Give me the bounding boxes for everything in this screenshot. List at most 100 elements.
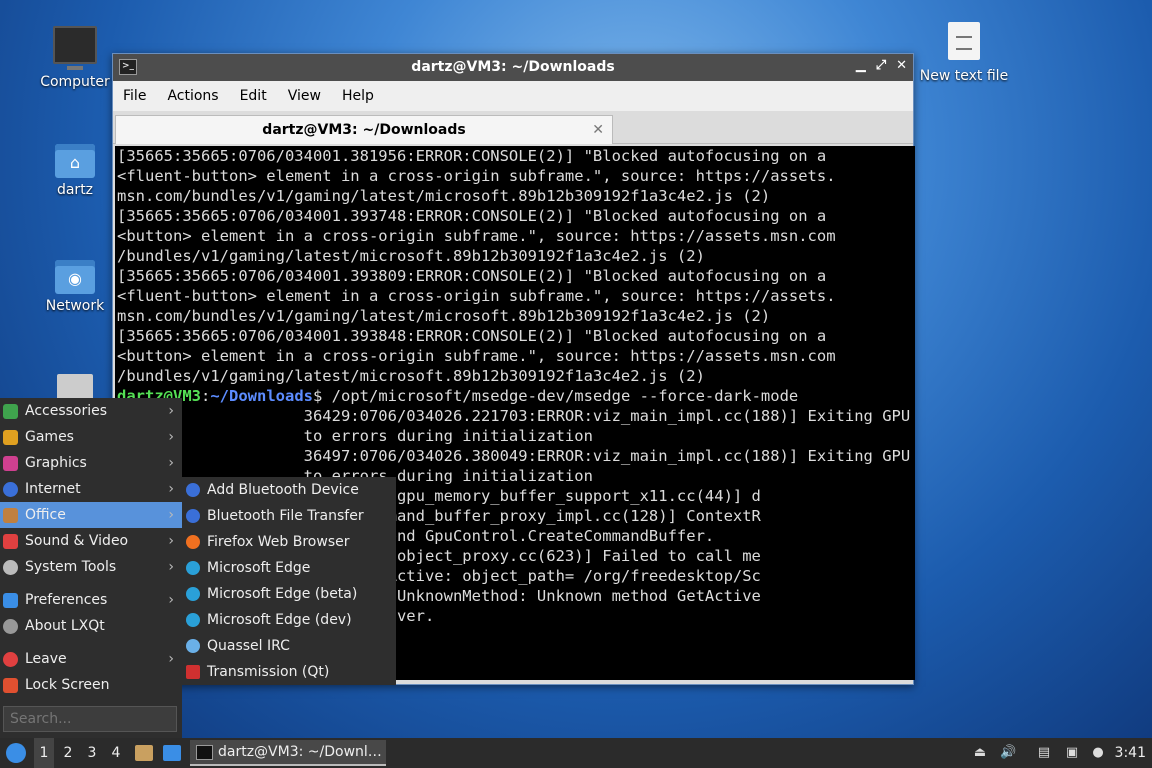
menu-item-label: Games: [25, 429, 74, 445]
close-icon[interactable]: ✕: [896, 58, 907, 73]
menu-item-graphics[interactable]: Graphics ›: [0, 450, 182, 476]
console-line: /bundles/v1/gaming/latest/microsoft.89b1…: [117, 247, 705, 265]
menu-item-leave[interactable]: Leave ›: [0, 646, 182, 672]
start-menu: Accessories › Games › Graphics › Internet › …: [0, 398, 182, 738]
menu-help[interactable]: Help: [336, 88, 389, 104]
network-folder-icon: ◉: [55, 260, 95, 294]
maximize-icon[interactable]: ⤢: [876, 58, 886, 73]
console-line: [35665:35665:0706/034001.393748:ERROR:CO…: [117, 207, 827, 225]
submenu-item-label: Bluetooth File Transfer: [207, 508, 364, 524]
lock-icon: [3, 678, 18, 693]
clipboard-icon[interactable]: ▤: [1036, 745, 1052, 761]
eject-icon[interactable]: ⏏: [972, 745, 988, 761]
bluetooth-icon: [186, 509, 200, 523]
menu-item-office[interactable]: Office ›: [0, 502, 182, 528]
office-submenu: Add Bluetooth Device Bluetooth File Tran…: [182, 477, 396, 685]
show-desktop-icon[interactable]: [163, 745, 181, 761]
menu-search-input[interactable]: [3, 706, 177, 732]
chevron-right-icon: ›: [168, 429, 174, 445]
workspace-2[interactable]: 2: [58, 738, 78, 768]
menu-edit[interactable]: Edit: [234, 88, 282, 104]
submenu-item-microsoft-edge-dev[interactable]: Microsoft Edge (dev): [182, 607, 396, 633]
transmission-icon: [186, 665, 200, 679]
taskbar-item-label: dartz@VM3: ~/Downl…: [218, 744, 382, 760]
submenu-item-quassel-irc[interactable]: Quassel IRC: [182, 633, 396, 659]
clock[interactable]: 3:41: [1115, 738, 1146, 768]
tab-label: dartz@VM3: ~/Downloads: [262, 122, 466, 138]
menu-item-label: About LXQt: [25, 618, 105, 634]
text-file-icon: [948, 22, 980, 60]
prompt-path: ~/Downloads: [210, 387, 313, 405]
console-line: 36429:0706/034026.221703:ERROR:viz_main_…: [117, 407, 915, 425]
submenu-item-add-bluetooth-device[interactable]: Add Bluetooth Device: [182, 477, 396, 503]
window-titlebar[interactable]: >_ dartz@VM3: ~/Downloads ▁ ⤢ ✕: [113, 54, 913, 81]
submenu-item-microsoft-edge-beta[interactable]: Microsoft Edge (beta): [182, 581, 396, 607]
menu-item-system-tools[interactable]: System Tools ›: [0, 554, 182, 580]
prompt-command: $ /opt/microsoft/msedge-dev/msedge --for…: [313, 387, 799, 405]
console-line: <fluent-button> element in a cross-origi…: [117, 287, 836, 305]
console-line: /bundles/v1/gaming/latest/microsoft.89b1…: [117, 367, 705, 385]
tab-close-icon[interactable]: ✕: [592, 116, 604, 144]
menu-item-label: Internet: [25, 481, 81, 497]
leave-icon: [3, 652, 18, 667]
console-line: to errors during initialization: [117, 427, 593, 445]
desktop-icon-new-text-file[interactable]: New text file: [919, 22, 1009, 84]
submenu-item-label: Microsoft Edge (beta): [207, 586, 358, 602]
chevron-right-icon: ›: [168, 559, 174, 575]
chevron-right-icon: ›: [168, 507, 174, 523]
menu-item-about-lxqt[interactable]: About LXQt: [0, 613, 182, 639]
file-manager-icon[interactable]: [135, 745, 153, 761]
menu-view[interactable]: View: [282, 88, 336, 104]
minimize-icon[interactable]: ▁: [856, 58, 866, 73]
menu-item-accessories[interactable]: Accessories ›: [0, 398, 182, 424]
desktop-icon-label: Computer: [40, 74, 110, 90]
menu-item-preferences[interactable]: Preferences ›: [0, 587, 182, 613]
system-tools-icon: [3, 560, 18, 575]
window-title: dartz@VM3: ~/Downloads: [411, 59, 615, 75]
chevron-right-icon: ›: [168, 533, 174, 549]
menu-file[interactable]: File: [117, 88, 161, 104]
console-line: msn.com/bundles/v1/gaming/latest/microso…: [117, 307, 771, 325]
chevron-right-icon: ›: [168, 651, 174, 667]
workspace-4[interactable]: 4: [106, 738, 126, 768]
taskbar-item-terminal[interactable]: dartz@VM3: ~/Downl…: [190, 740, 386, 766]
internet-icon: [3, 482, 18, 497]
submenu-item-firefox[interactable]: Firefox Web Browser: [182, 529, 396, 555]
desktop-icon-network[interactable]: ◉ Network: [30, 260, 120, 314]
games-icon: [3, 430, 18, 445]
console-line: [35665:35665:0706/034001.381956:ERROR:CO…: [117, 147, 827, 165]
bluetooth-icon: [186, 483, 200, 497]
computer-icon: [53, 26, 97, 70]
desktop-icon-home[interactable]: ⌂ dartz: [30, 144, 120, 198]
workspace-1[interactable]: 1: [34, 738, 54, 768]
edge-icon: [186, 561, 200, 575]
menu-actions[interactable]: Actions: [161, 88, 233, 104]
menubar: File Actions Edit View Help: [113, 81, 913, 111]
prompt-line: dartz@VM3:~/Downloads$ /opt/microsoft/ms…: [117, 387, 799, 405]
menu-item-label: Lock Screen: [25, 677, 110, 693]
quassel-icon: [186, 639, 200, 653]
console-line: [35665:35665:0706/034001.393848:ERROR:CO…: [117, 327, 827, 345]
taskbar: 1 2 3 4 dartz@VM3: ~/Downl… ⏏ 🔊 ▤ ▣ ● 3:…: [0, 738, 1152, 768]
submenu-item-label: Quassel IRC: [207, 638, 290, 654]
submenu-item-transmission[interactable]: Transmission (Qt): [182, 659, 396, 685]
menu-item-games[interactable]: Games ›: [0, 424, 182, 450]
menu-separator: [0, 580, 182, 587]
sound-video-icon: [3, 534, 18, 549]
submenu-item-bluetooth-file-transfer[interactable]: Bluetooth File Transfer: [182, 503, 396, 529]
submenu-item-microsoft-edge[interactable]: Microsoft Edge: [182, 555, 396, 581]
network-icon[interactable]: ▣: [1064, 745, 1080, 761]
tab-terminal[interactable]: dartz@VM3: ~/Downloads ✕: [115, 115, 613, 144]
desktop-icon-computer[interactable]: Computer: [30, 26, 120, 90]
edge-dev-icon: [186, 613, 200, 627]
workspace-3[interactable]: 3: [82, 738, 102, 768]
menu-item-sound-video[interactable]: Sound & Video ›: [0, 528, 182, 554]
menu-item-lock-screen[interactable]: Lock Screen: [0, 672, 182, 698]
update-notifier-icon[interactable]: ●: [1090, 745, 1106, 761]
chevron-right-icon: ›: [168, 592, 174, 608]
menu-item-label: Preferences: [25, 592, 108, 608]
start-menu-button[interactable]: [6, 743, 26, 763]
menu-item-internet[interactable]: Internet ›: [0, 476, 182, 502]
volume-icon[interactable]: 🔊: [1000, 745, 1016, 761]
menu-separator: [0, 639, 182, 646]
